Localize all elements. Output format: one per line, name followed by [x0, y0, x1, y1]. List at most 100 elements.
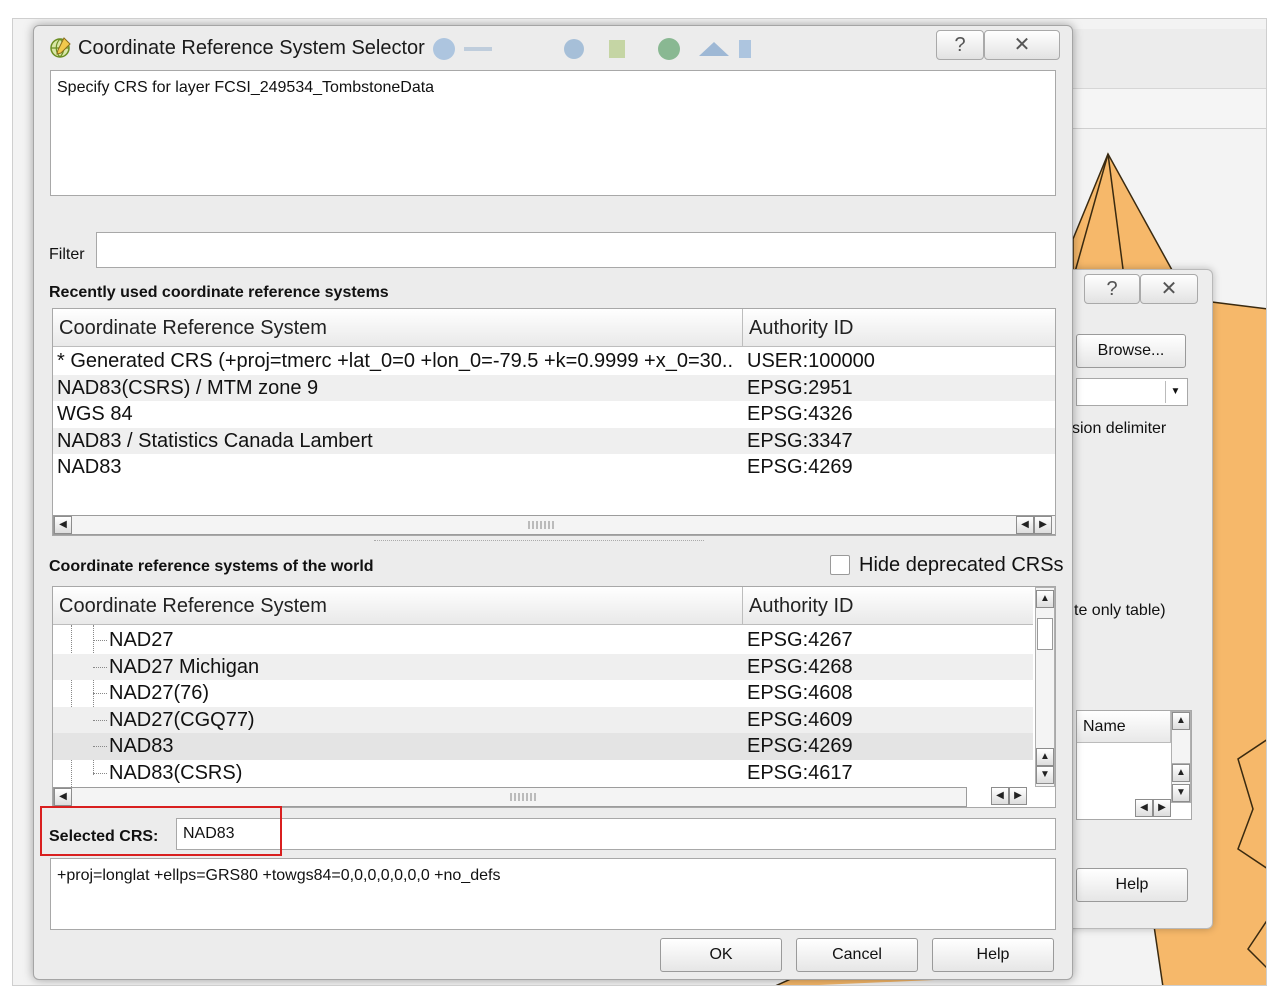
scroll-left-icon[interactable]: ◀ [1135, 799, 1153, 817]
chevron-down-icon: ▼ [1165, 381, 1185, 403]
scroll-up-icon[interactable]: ▲ [1172, 712, 1190, 730]
scroll-up-icon[interactable]: ▲ [1172, 764, 1190, 782]
scroll-up-icon[interactable]: ▲ [1036, 590, 1054, 608]
authority-id-cell: EPSG:4617 [747, 761, 853, 784]
hide-deprecated-checkbox[interactable] [830, 555, 850, 575]
scroll-left-icon[interactable]: ◀ [1016, 516, 1034, 534]
scroll-right-icon[interactable]: ▶ [1034, 516, 1052, 534]
authority-id-cell: USER:100000 [747, 350, 875, 372]
recent-table-hscroll[interactable]: ◀ ◀ ▶ [53, 515, 1055, 535]
table-row-selected[interactable]: NAD83 EPSG:4269 [53, 733, 1033, 760]
crs-name-cell: NAD83(CSRS) / MTM zone 9 [57, 376, 319, 399]
crs-globe-icon [50, 37, 71, 58]
world-crs-table: Coordinate Reference System Authority ID… [52, 586, 1056, 808]
table-row[interactable]: NAD83 / Statistics Canada Lambert EPSG:3… [53, 427, 1055, 454]
secondary-vscroll-2[interactable]: ▲ ▼ [1171, 763, 1191, 803]
tree-branch [93, 693, 107, 694]
help-button[interactable]: Help [932, 938, 1054, 972]
secondary-table: Name ▲ ▲ ▼ ◀ ▶ [1076, 710, 1192, 820]
scroll-up-icon[interactable]: ▲ [1036, 748, 1054, 766]
scroll-grip-icon [510, 793, 536, 801]
table-row[interactable]: NAD83(CSRS) EPSG:4617 [53, 760, 1033, 787]
table-row[interactable]: NAD27(CGQ77) EPSG:4609 [53, 706, 1033, 733]
world-table-vscroll[interactable]: ▲ ▲ ▼ [1035, 587, 1055, 787]
authority-id-cell: EPSG:2951 [747, 376, 853, 399]
authority-id-cell: EPSG:4268 [747, 655, 853, 678]
tree-branch [93, 772, 107, 774]
help-title-button[interactable]: ? [936, 30, 984, 60]
table-row[interactable]: NAD27 Michigan EPSG:4268 [53, 653, 1033, 680]
world-table-hscroll[interactable]: ◀ [53, 787, 967, 807]
secondary-close-button[interactable]: ✕ [1140, 274, 1198, 304]
delimiter-label: sion delimiter [1072, 420, 1167, 437]
scroll-right-icon[interactable]: ▶ [1009, 787, 1027, 805]
vscroll-thumb[interactable] [1037, 618, 1053, 650]
dialog-titlebar: Coordinate Reference System Selector ? ✕ [34, 26, 1072, 70]
scroll-left-icon[interactable]: ◀ [54, 788, 72, 806]
crs-name-cell: NAD83(CSRS) [109, 761, 243, 784]
crs-name-cell: WGS 84 [57, 403, 133, 425]
secondary-dialog: ? ✕ Browse... ▼ sion delimiter te only t… [1053, 269, 1213, 929]
scroll-grip-icon [528, 521, 554, 529]
secondary-help-button[interactable]: ? [1084, 274, 1140, 304]
scroll-down-icon[interactable]: ▼ [1036, 766, 1054, 784]
crs-name-cell: * Generated CRS (+proj=tmerc +lat_0=0 +l… [57, 350, 733, 372]
table-row[interactable]: WGS 84 EPSG:4326 [53, 401, 1055, 428]
crs-column-header[interactable]: Coordinate Reference System [53, 587, 743, 625]
question-icon: ? [1106, 278, 1118, 300]
world-table-header: Coordinate Reference System Authority ID [53, 587, 1033, 625]
tree-branch [93, 719, 107, 721]
authority-id-column-header[interactable]: Authority ID [743, 309, 1055, 347]
tree-branch [93, 666, 107, 668]
authority-id-column-header[interactable]: Authority ID [743, 587, 1035, 625]
tree-branch [93, 746, 107, 747]
ok-button[interactable]: OK [660, 938, 782, 972]
crs-name-cell: NAD27(CGQ77) [109, 708, 255, 731]
crs-column-header[interactable]: Coordinate Reference System [53, 309, 743, 347]
scroll-left-icon[interactable]: ◀ [54, 516, 72, 534]
secondary-dialog-titlebar: ? ✕ [1054, 270, 1212, 310]
table-note-label: te only table) [1074, 602, 1166, 619]
secondary-help-action-button[interactable]: Help [1076, 868, 1188, 902]
browse-button[interactable]: Browse... [1076, 334, 1186, 368]
background-toolbar-icons [433, 38, 751, 60]
filter-input[interactable] [96, 232, 1056, 268]
selected-crs-highlight [40, 806, 282, 856]
question-icon: ? [954, 34, 966, 56]
close-icon: ✕ [1160, 278, 1178, 300]
authority-id-cell: EPSG:4608 [747, 682, 853, 704]
table-row[interactable]: NAD27(76) EPSG:4608 [53, 680, 1033, 707]
description-box: Specify CRS for layer FCSI_249534_Tombst… [50, 70, 1056, 196]
authority-id-cell: EPSG:4267 [747, 629, 853, 651]
crs-name-cell: NAD83 [57, 456, 122, 478]
dialog-content: Specify CRS for layer FCSI_249534_Tombst… [40, 70, 1064, 972]
table-row[interactable]: NAD83 EPSG:4269 [53, 454, 1055, 481]
scroll-left-icon[interactable]: ◀ [991, 787, 1009, 805]
authority-id-cell: EPSG:4269 [747, 735, 853, 757]
proj-definition-text: +proj=longlat +ellps=GRS80 +towgs84=0,0,… [57, 867, 501, 884]
table-row[interactable]: NAD27 EPSG:4267 [53, 627, 1033, 654]
crs-name-cell: NAD83 [109, 735, 174, 757]
recent-table-header: Coordinate Reference System Authority ID [53, 309, 1055, 347]
world-crs-heading: Coordinate reference systems of the worl… [49, 558, 374, 575]
scroll-down-icon[interactable]: ▼ [1172, 784, 1190, 802]
table-row[interactable]: NAD83(CSRS) / MTM zone 9 EPSG:2951 [53, 374, 1055, 401]
recent-crs-table: Coordinate Reference System Authority ID… [52, 308, 1056, 536]
crs-name-cell: NAD27(76) [109, 682, 210, 704]
authority-id-cell: EPSG:4609 [747, 708, 853, 731]
hide-deprecated-label: Hide deprecated CRSs [859, 554, 1064, 576]
scroll-right-icon[interactable]: ▶ [1153, 799, 1171, 817]
dialog-title: Coordinate Reference System Selector [78, 37, 425, 59]
secondary-dropdown[interactable]: ▼ [1076, 378, 1188, 406]
cancel-button[interactable]: Cancel [796, 938, 918, 972]
description-text: Specify CRS for layer FCSI_249534_Tombst… [57, 79, 435, 96]
tree-branch [93, 640, 107, 641]
name-column-header[interactable]: Name [1077, 711, 1171, 743]
crs-name-cell: NAD83 / Statistics Canada Lambert [57, 429, 373, 452]
table-row[interactable]: * Generated CRS (+proj=tmerc +lat_0=0 +l… [53, 348, 1055, 375]
proj-definition-box: +proj=longlat +ellps=GRS80 +towgs84=0,0,… [50, 858, 1056, 930]
crs-name-cell: NAD27 [109, 629, 174, 651]
splitter-handle[interactable] [374, 540, 704, 544]
filter-label: Filter [49, 246, 85, 263]
close-title-button[interactable]: ✕ [984, 30, 1060, 60]
